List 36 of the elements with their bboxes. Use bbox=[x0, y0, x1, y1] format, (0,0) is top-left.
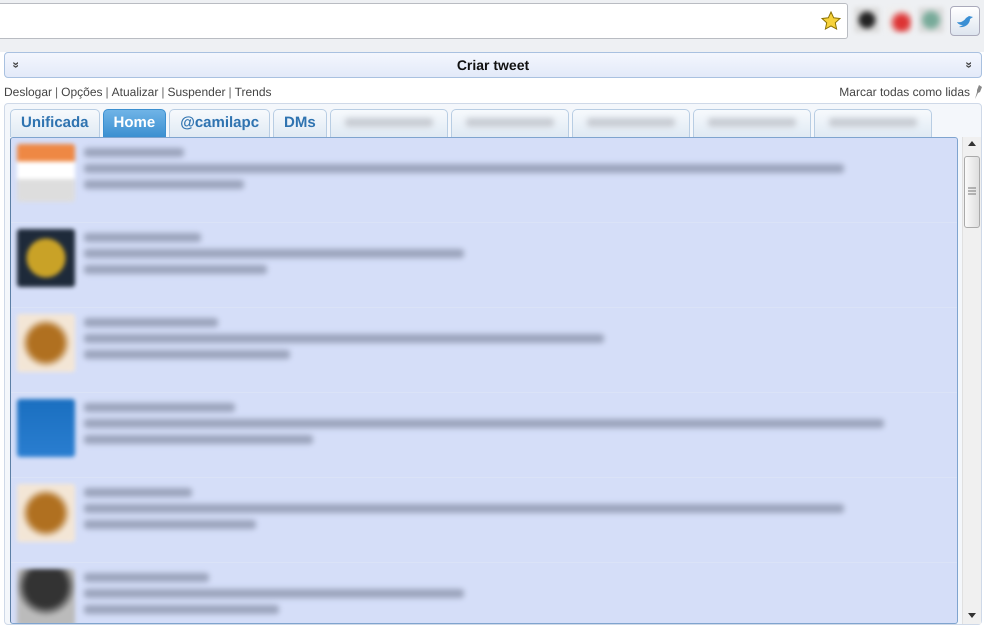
menu-link[interactable]: Deslogar bbox=[4, 85, 52, 99]
pin-icon bbox=[974, 85, 982, 99]
tab[interactable]: DMs bbox=[273, 109, 327, 137]
scroll-thumb[interactable] bbox=[964, 156, 980, 228]
scroll-up-icon[interactable] bbox=[968, 141, 976, 146]
menu-link[interactable]: Trends bbox=[234, 85, 272, 99]
star-icon[interactable] bbox=[821, 11, 841, 31]
avatar-placeholder bbox=[17, 229, 75, 287]
blurred-tab[interactable] bbox=[814, 109, 932, 137]
expand-icon[interactable]: » bbox=[9, 62, 24, 68]
compose-bar[interactable]: » Criar tweet » bbox=[4, 52, 982, 78]
separator: | bbox=[228, 85, 232, 99]
avatar-placeholder bbox=[17, 484, 75, 542]
bird-icon[interactable] bbox=[950, 6, 980, 36]
separator: | bbox=[161, 85, 164, 99]
tab[interactable]: Unificada bbox=[10, 109, 100, 137]
scroll-down-icon[interactable] bbox=[968, 613, 976, 618]
avatar-placeholder bbox=[17, 314, 75, 372]
avatar-placeholder bbox=[17, 399, 75, 457]
separator: | bbox=[55, 85, 58, 99]
menu-link[interactable]: Opções bbox=[61, 85, 103, 99]
menu-link[interactable]: Atualizar bbox=[112, 85, 158, 99]
mark-all-read-link[interactable]: Marcar todas como lidas bbox=[839, 85, 970, 99]
tab[interactable]: @camilapc bbox=[169, 109, 270, 137]
avatar-placeholder bbox=[17, 144, 75, 202]
menu-link[interactable]: Suspender bbox=[167, 85, 226, 99]
blurred-tab[interactable] bbox=[330, 109, 448, 137]
separator: | bbox=[106, 85, 109, 99]
extension-icon[interactable] bbox=[854, 7, 880, 33]
scrollbar[interactable] bbox=[962, 137, 981, 624]
compose-title: Criar tweet bbox=[456, 57, 530, 73]
avatar-placeholder bbox=[17, 569, 75, 623]
blurred-tab[interactable] bbox=[450, 109, 569, 137]
blurred-tab[interactable] bbox=[572, 109, 690, 137]
blurred-tab[interactable] bbox=[692, 109, 811, 137]
expand-icon[interactable]: » bbox=[962, 62, 977, 68]
